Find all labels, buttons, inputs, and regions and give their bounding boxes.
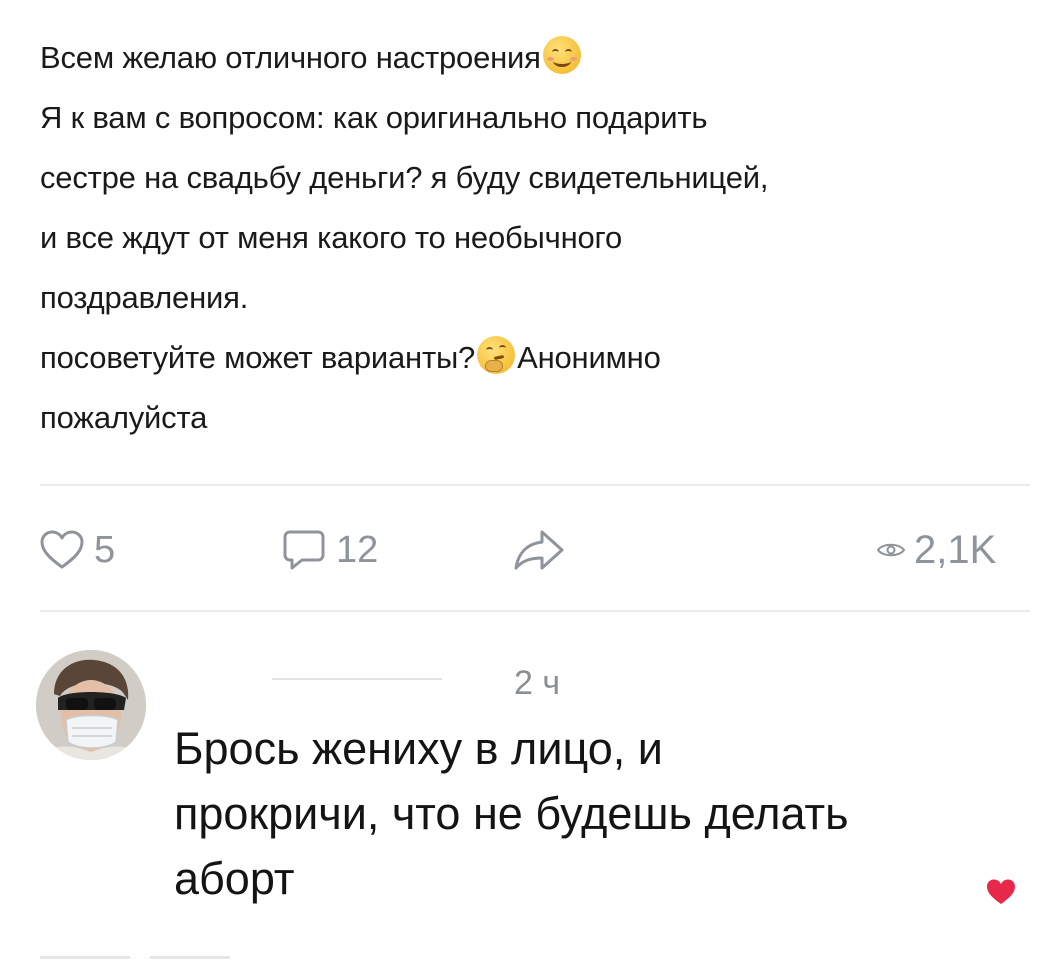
comment-text: Брось жениху в лицо, и прокричи, что не … bbox=[174, 716, 1014, 911]
post-actions: 5 12 2,1K bbox=[40, 520, 1040, 580]
avatar-image bbox=[36, 650, 146, 760]
comment-button[interactable]: 12 bbox=[282, 520, 378, 580]
post-divider bbox=[40, 484, 1030, 486]
post-line-text: поздравления. bbox=[40, 280, 249, 315]
comment-line: Брось жениху в лицо, и bbox=[174, 723, 663, 774]
post-line: пожалуйста bbox=[40, 388, 1020, 448]
comment-bubble-icon bbox=[283, 530, 325, 570]
comment-like-button[interactable] bbox=[986, 878, 1016, 911]
author-name[interactable] bbox=[272, 678, 442, 680]
post-body: Всем желаю отличного настроения Я к вам … bbox=[40, 28, 1020, 448]
views-counter: 2,1K bbox=[876, 520, 996, 580]
like-button[interactable]: 5 bbox=[40, 520, 115, 580]
post-line-text: Я к вам с вопросом: как оригинально пода… bbox=[40, 100, 708, 135]
post-line: посоветуйте может варианты? Анонимно bbox=[40, 328, 1020, 388]
comment-item: 2 ч Брось жениху в лицо, и прокричи, что… bbox=[36, 640, 1036, 940]
actions-divider bbox=[40, 610, 1030, 612]
comment-line: прокричи, что не будешь делать bbox=[174, 788, 849, 839]
comments-count: 12 bbox=[336, 528, 379, 571]
post-line-text: пожалуйста bbox=[40, 400, 208, 435]
post-line-text: сестре на свадьбу деньги? я буду свидете… bbox=[40, 160, 769, 195]
thinking-face-icon bbox=[477, 336, 516, 374]
share-button[interactable] bbox=[512, 520, 566, 580]
eye-icon bbox=[876, 543, 906, 557]
post-line: Всем желаю отличного настроения bbox=[40, 28, 1020, 88]
post-line: сестре на свадьбу деньги? я буду свидете… bbox=[40, 148, 1020, 208]
avatar[interactable] bbox=[36, 650, 146, 760]
comment-time: 2 ч bbox=[514, 664, 561, 702]
post-line: и все ждут от меня какого то необычного bbox=[40, 208, 1020, 268]
likes-count: 5 bbox=[94, 528, 116, 571]
smiling-face-icon bbox=[542, 36, 581, 74]
post-line-text: Всем желаю отличного настроения bbox=[40, 40, 541, 75]
heart-outline-icon bbox=[40, 530, 84, 569]
comment-line: аборт bbox=[174, 853, 295, 904]
post-line-text: посоветуйте может варианты? bbox=[40, 340, 476, 375]
heart-filled-icon bbox=[987, 879, 1015, 904]
footer-divider bbox=[40, 956, 130, 959]
post-line: Я к вам с вопросом: как оригинально пода… bbox=[40, 88, 1020, 148]
views-count: 2,1K bbox=[914, 527, 997, 572]
post-line-text: и все ждут от меня какого то необычного bbox=[40, 220, 623, 255]
post-line: поздравления. bbox=[40, 268, 1020, 328]
footer-divider bbox=[150, 956, 230, 959]
post-line-text-after: Анонимно bbox=[517, 340, 661, 375]
share-arrow-icon bbox=[514, 530, 564, 570]
